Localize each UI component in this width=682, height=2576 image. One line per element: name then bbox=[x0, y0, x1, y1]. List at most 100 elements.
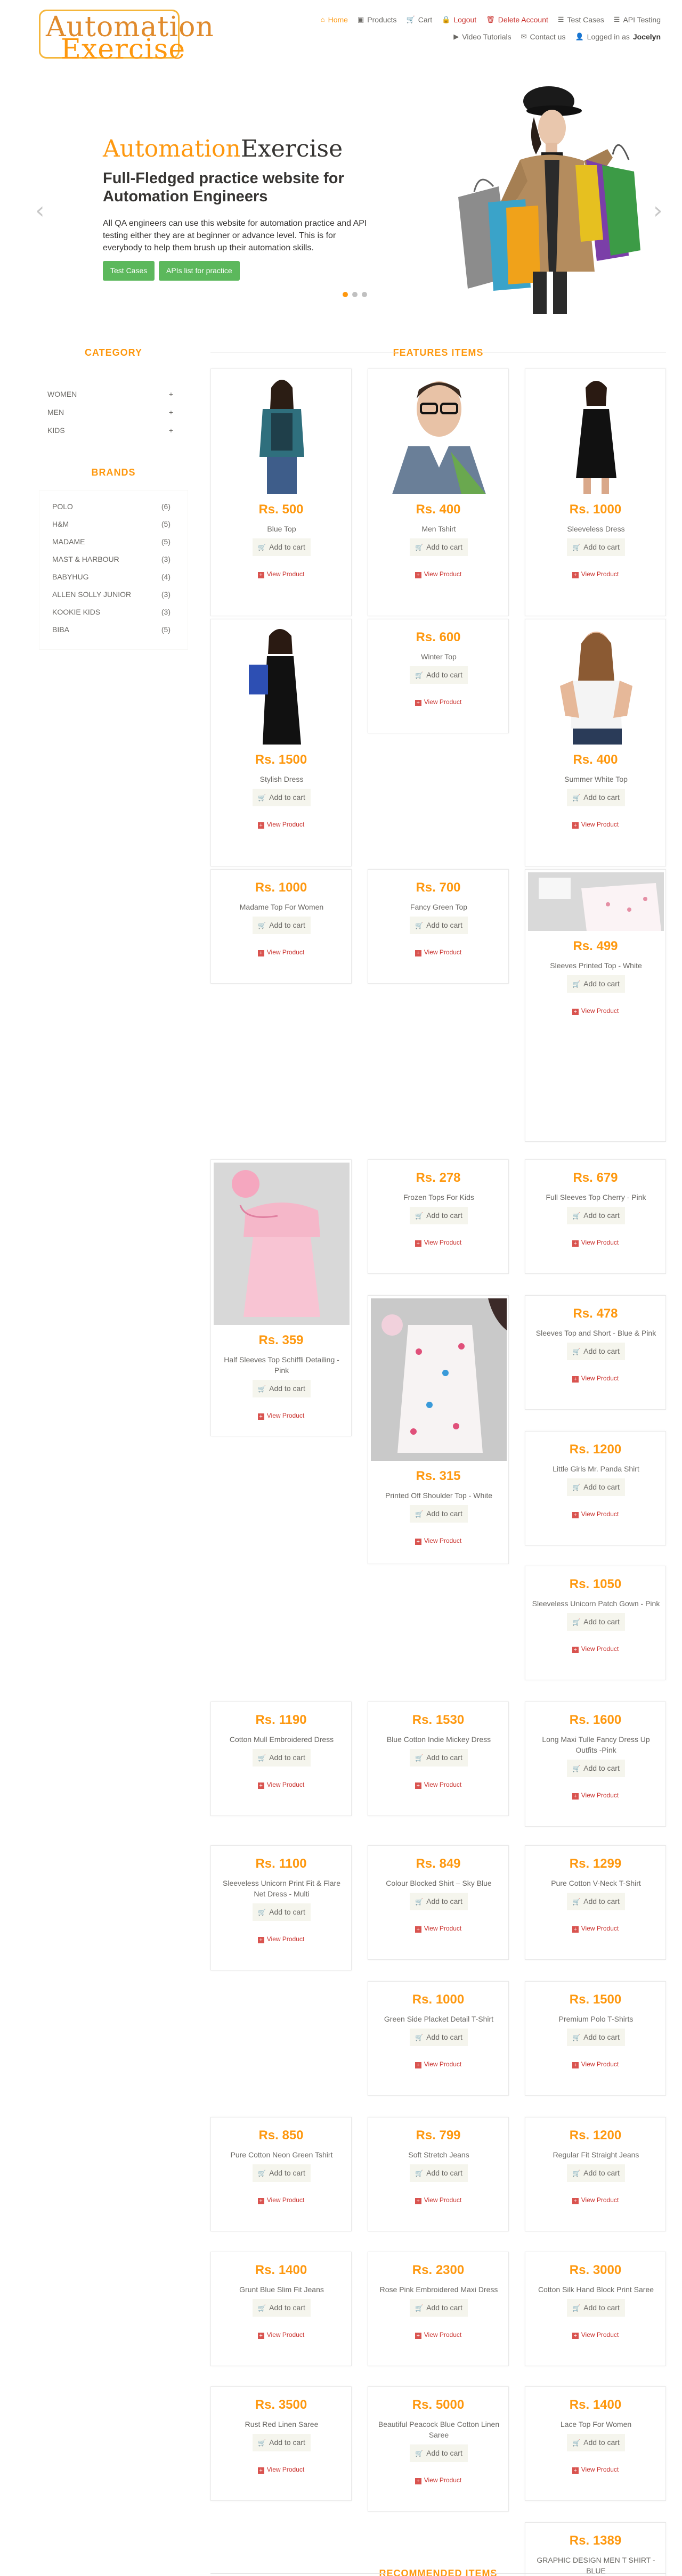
view-product-label[interactable]: View Product bbox=[424, 2060, 461, 2068]
view-product-label[interactable]: View Product bbox=[424, 2331, 461, 2338]
view-product-label[interactable]: View Product bbox=[424, 1781, 461, 1788]
view-product-link[interactable]: + View Product bbox=[525, 1925, 665, 1933]
add-to-cart-button[interactable]: 🛒 Add to cart bbox=[410, 1749, 468, 1767]
view-product-label[interactable]: View Product bbox=[581, 2331, 619, 2338]
view-product-label[interactable]: View Product bbox=[267, 821, 304, 828]
add-to-cart-button[interactable]: 🛒 Add to cart bbox=[567, 1760, 625, 1777]
view-product-label[interactable]: View Product bbox=[581, 570, 619, 578]
add-to-cart-button[interactable]: 🛒 Add to cart bbox=[253, 1749, 311, 1767]
view-product-label[interactable]: View Product bbox=[581, 1239, 619, 1246]
add-to-cart-button[interactable]: 🛒 Add to cart bbox=[253, 2164, 311, 2182]
add-to-cart-button[interactable]: 🛒 Add to cart bbox=[253, 2299, 311, 2317]
view-product-label[interactable]: View Product bbox=[424, 2476, 461, 2484]
add-to-cart-button[interactable]: 🛒 Add to cart bbox=[567, 2299, 625, 2317]
add-to-cart-button[interactable]: 🛒 Add to cart bbox=[567, 975, 625, 993]
view-product-link[interactable]: + View Product bbox=[525, 1645, 665, 1653]
view-product-label[interactable]: View Product bbox=[581, 2466, 619, 2473]
nav-home[interactable]: ⌂ Home bbox=[321, 15, 348, 24]
category-women[interactable]: WOMEN + bbox=[47, 390, 173, 398]
view-product-link[interactable]: + View Product bbox=[525, 1375, 665, 1383]
view-product-link[interactable]: + View Product bbox=[368, 570, 508, 578]
test-cases-button[interactable]: Test Cases bbox=[103, 261, 155, 281]
brand-item[interactable]: ALLEN SOLLY JUNIOR (3) bbox=[52, 590, 170, 599]
view-product-label[interactable]: View Product bbox=[267, 1781, 304, 1788]
category-kids[interactable]: KIDS + bbox=[47, 426, 173, 435]
view-product-link[interactable]: + View Product bbox=[211, 2466, 351, 2474]
add-to-cart-button[interactable]: 🛒 Add to cart bbox=[567, 1343, 625, 1360]
view-product-link[interactable]: + View Product bbox=[525, 2331, 665, 2339]
site-logo[interactable]: Automation Exercise bbox=[39, 10, 214, 64]
view-product-link[interactable]: + View Product bbox=[368, 1925, 508, 1933]
nav-contact-us[interactable]: ✉ Contact us bbox=[521, 32, 566, 42]
view-product-link[interactable]: + View Product bbox=[211, 1935, 351, 1943]
view-product-link[interactable]: + View Product bbox=[525, 1007, 665, 1015]
carousel-dot[interactable] bbox=[343, 292, 348, 297]
view-product-label[interactable]: View Product bbox=[581, 1375, 619, 1382]
add-to-cart-button[interactable]: 🛒 Add to cart bbox=[253, 1380, 311, 1397]
view-product-label[interactable]: View Product bbox=[424, 2196, 461, 2204]
add-to-cart-button[interactable]: 🛒 Add to cart bbox=[253, 538, 311, 556]
plus-icon[interactable]: + bbox=[169, 390, 173, 398]
add-to-cart-button[interactable]: 🛒 Add to cart bbox=[567, 1893, 625, 1910]
view-product-link[interactable]: + View Product bbox=[368, 2060, 508, 2068]
add-to-cart-button[interactable]: 🛒 Add to cart bbox=[567, 2029, 625, 2046]
view-product-link[interactable]: + View Product bbox=[211, 2331, 351, 2339]
add-to-cart-button[interactable]: 🛒 Add to cart bbox=[410, 917, 468, 934]
add-to-cart-button[interactable]: 🛒 Add to cart bbox=[410, 1893, 468, 1910]
add-to-cart-button[interactable]: 🛒 Add to cart bbox=[410, 538, 468, 556]
view-product-link[interactable]: + View Product bbox=[211, 570, 351, 578]
view-product-label[interactable]: View Product bbox=[581, 1510, 619, 1518]
add-to-cart-button[interactable]: 🛒 Add to cart bbox=[410, 2444, 468, 2462]
view-product-label[interactable]: View Product bbox=[581, 2196, 619, 2204]
view-product-label[interactable]: View Product bbox=[581, 1007, 619, 1015]
add-to-cart-button[interactable]: 🛒 Add to cart bbox=[567, 2164, 625, 2182]
nav-cart[interactable]: 🛒 Cart bbox=[407, 15, 433, 24]
add-to-cart-button[interactable]: 🛒 Add to cart bbox=[567, 1207, 625, 1224]
nav-logout[interactable]: 🔒 Logout bbox=[442, 15, 476, 24]
add-to-cart-button[interactable]: 🛒 Add to cart bbox=[410, 2299, 468, 2317]
nav-products[interactable]: ▣ Products bbox=[358, 15, 397, 24]
view-product-label[interactable]: View Product bbox=[581, 1645, 619, 1653]
view-product-link[interactable]: + View Product bbox=[211, 948, 351, 956]
add-to-cart-button[interactable]: 🛒 Add to cart bbox=[253, 789, 311, 806]
brand-item[interactable]: MADAME (5) bbox=[52, 537, 170, 546]
view-product-label[interactable]: View Product bbox=[267, 2466, 304, 2473]
nav-video-tutorials[interactable]: ▶ Video Tutorials bbox=[453, 32, 511, 42]
view-product-link[interactable]: + View Product bbox=[368, 2476, 508, 2484]
view-product-link[interactable]: + View Product bbox=[211, 2196, 351, 2204]
view-product-label[interactable]: View Product bbox=[581, 821, 619, 828]
add-to-cart-button[interactable]: 🛒 Add to cart bbox=[567, 1478, 625, 1496]
apis-list-button[interactable]: APIs list for practice bbox=[159, 261, 240, 281]
add-to-cart-button[interactable]: 🛒 Add to cart bbox=[567, 789, 625, 806]
view-product-link[interactable]: + View Product bbox=[525, 1510, 665, 1518]
view-product-label[interactable]: View Product bbox=[267, 2196, 304, 2204]
view-product-link[interactable]: + View Product bbox=[368, 2331, 508, 2339]
plus-icon[interactable]: + bbox=[169, 426, 173, 435]
brand-item[interactable]: BIBA (5) bbox=[52, 625, 170, 634]
carousel-next-icon[interactable]: › bbox=[653, 197, 663, 224]
add-to-cart-button[interactable]: 🛒 Add to cart bbox=[410, 2164, 468, 2182]
view-product-label[interactable]: View Product bbox=[267, 1412, 304, 1419]
add-to-cart-button[interactable]: 🛒 Add to cart bbox=[567, 1613, 625, 1631]
view-product-link[interactable]: + View Product bbox=[211, 1412, 351, 1420]
view-product-link[interactable]: + View Product bbox=[525, 570, 665, 578]
carousel-prev-icon[interactable]: ‹ bbox=[35, 197, 45, 224]
plus-icon[interactable]: + bbox=[169, 408, 173, 416]
brand-item[interactable]: POLO (6) bbox=[52, 502, 170, 511]
view-product-link[interactable]: + View Product bbox=[525, 2060, 665, 2068]
view-product-link[interactable]: + View Product bbox=[525, 821, 665, 829]
view-product-label[interactable]: View Product bbox=[424, 698, 461, 706]
view-product-label[interactable]: View Product bbox=[424, 1239, 461, 1246]
add-to-cart-button[interactable]: 🛒 Add to cart bbox=[253, 1903, 311, 1921]
add-to-cart-button[interactable]: 🛒 Add to cart bbox=[410, 1207, 468, 1224]
view-product-link[interactable]: + View Product bbox=[368, 1537, 508, 1545]
add-to-cart-button[interactable]: 🛒 Add to cart bbox=[567, 538, 625, 556]
view-product-label[interactable]: View Product bbox=[267, 570, 304, 578]
view-product-link[interactable]: + View Product bbox=[525, 1792, 665, 1800]
view-product-label[interactable]: View Product bbox=[267, 2331, 304, 2338]
nav-delete-account[interactable]: 🗑 Delete Account bbox=[486, 15, 548, 24]
add-to-cart-button[interactable]: 🛒 Add to cart bbox=[567, 2434, 625, 2451]
add-to-cart-button[interactable]: 🛒 Add to cart bbox=[253, 2434, 311, 2451]
view-product-label[interactable]: View Product bbox=[581, 2060, 619, 2068]
nav-test-cases[interactable]: ☰ Test Cases bbox=[558, 15, 604, 24]
